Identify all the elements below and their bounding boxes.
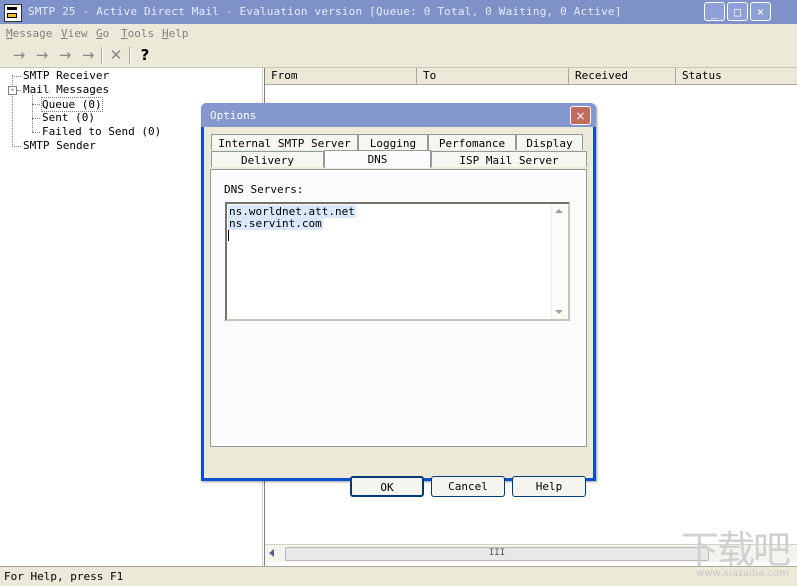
maximize-button[interactable]: □	[727, 2, 748, 21]
menu-bar: Message View Go Tools Help	[0, 24, 797, 43]
dns-servers-label: DNS Servers:	[224, 183, 304, 196]
scroll-down-icon[interactable]	[555, 310, 563, 314]
tree-line	[12, 76, 21, 77]
tree-item-smtp-receiver[interactable]: SMTP Receiver	[23, 69, 109, 82]
delete-icon[interactable]: ✕	[107, 47, 125, 63]
dns-vertical-scrollbar[interactable]	[551, 204, 568, 319]
tree-item-smtp-sender[interactable]: SMTP Sender	[23, 139, 96, 152]
tab-display[interactable]: Display	[516, 134, 583, 150]
menu-tools[interactable]: Tools	[121, 27, 154, 40]
forward-arrow-icon[interactable]: →	[33, 47, 51, 63]
cancel-button[interactable]: Cancel	[431, 476, 505, 497]
tree-line	[32, 95, 33, 132]
tree-item-sent[interactable]: Sent (0)	[42, 111, 95, 124]
menu-view-label: iew	[67, 27, 88, 40]
ok-button[interactable]: OK	[350, 476, 424, 497]
tree-item-failed-to-send[interactable]: Failed to Send (0)	[42, 125, 161, 138]
menu-message-label: essage	[12, 27, 53, 40]
dns-tab-panel: DNS Servers: ns.worldnet.att.net ns.serv…	[210, 169, 587, 447]
text-cursor	[228, 230, 229, 241]
watermark-logo: 下载吧 www.xiazaiba.com	[680, 519, 791, 579]
dialog-title-bar: Options ×	[201, 103, 596, 127]
toolbar-separator	[101, 47, 103, 64]
menu-help-label: elp	[168, 27, 189, 40]
column-header-status[interactable]: Status	[676, 68, 797, 84]
app-icon	[4, 4, 22, 22]
watermark-url: www.xiazaiba.com	[696, 568, 789, 579]
watermark-logo-text: 下载吧	[680, 528, 791, 572]
tree-item-queue[interactable]: Queue (0)	[41, 97, 103, 112]
tree-collapse-toggle[interactable]: -	[8, 86, 17, 95]
menu-go-hotkey: G	[96, 27, 103, 40]
toolbar: → → → → ✕ ?	[0, 43, 797, 68]
dialog-body: Internal SMTP Server Logging Perfomance …	[204, 127, 593, 497]
list-header: From To Received Status	[265, 68, 797, 85]
tab-isp-mail-server[interactable]: ISP Mail Server	[431, 151, 587, 167]
status-bar: For Help, press F1	[0, 566, 797, 586]
column-header-received[interactable]: Received	[569, 68, 676, 84]
scroll-left-icon[interactable]	[269, 549, 274, 557]
menu-go[interactable]: Go	[96, 27, 109, 40]
dns-servers-textarea[interactable]: ns.worldnet.att.net ns.servint.com	[225, 202, 570, 321]
window-title: SMTP 25 - Active Direct Mail - Evaluatio…	[28, 5, 622, 18]
menu-message[interactable]: Message	[6, 27, 52, 40]
menu-tools-hotkey: T	[121, 27, 128, 40]
help-button[interactable]: Help	[512, 476, 586, 497]
status-text: For Help, press F1	[4, 570, 124, 583]
deliver-arrow-icon[interactable]: →	[79, 47, 97, 63]
minimize-button[interactable]: _	[704, 2, 725, 21]
options-dialog: Options × Internal SMTP Server Logging P…	[201, 103, 596, 497]
tab-logging[interactable]: Logging	[358, 134, 428, 150]
menu-go-label: o	[102, 27, 110, 40]
menu-message-hotkey: M	[6, 27, 13, 40]
scroll-thumb[interactable]: III	[285, 547, 709, 561]
menu-help-hotkey: H	[162, 27, 169, 40]
scroll-up-icon[interactable]	[555, 209, 563, 213]
menu-tools-label: ools	[127, 27, 155, 40]
tab-performance[interactable]: Perfomance	[428, 134, 516, 150]
menu-help[interactable]: Help	[162, 27, 189, 40]
tree-line	[32, 118, 40, 119]
toolbar-separator	[129, 47, 131, 64]
column-header-from[interactable]: From	[265, 68, 417, 84]
receive-arrow-icon[interactable]: →	[10, 47, 28, 63]
tree-item-mail-messages[interactable]: Mail Messages	[23, 83, 109, 96]
tab-delivery[interactable]: Delivery	[211, 151, 324, 167]
help-icon[interactable]: ?	[136, 47, 154, 63]
tree-line	[32, 132, 40, 133]
menu-view-hotkey: V	[61, 27, 68, 40]
dialog-title: Options	[210, 109, 257, 122]
tree-line	[32, 104, 40, 105]
tree-line	[12, 146, 21, 147]
title-bar: SMTP 25 - Active Direct Mail - Evaluatio…	[0, 0, 797, 24]
send-arrow-icon[interactable]: →	[56, 47, 74, 63]
tab-internal-smtp-server[interactable]: Internal SMTP Server	[211, 134, 358, 150]
tree-line	[17, 90, 21, 91]
tab-dns[interactable]: DNS	[324, 150, 431, 168]
close-button[interactable]: ×	[750, 2, 771, 21]
column-header-to[interactable]: To	[417, 68, 569, 84]
menu-view[interactable]: View	[61, 27, 88, 40]
dialog-close-button[interactable]: ×	[570, 106, 591, 125]
dns-server-entry: ns.servint.com	[228, 217, 323, 230]
